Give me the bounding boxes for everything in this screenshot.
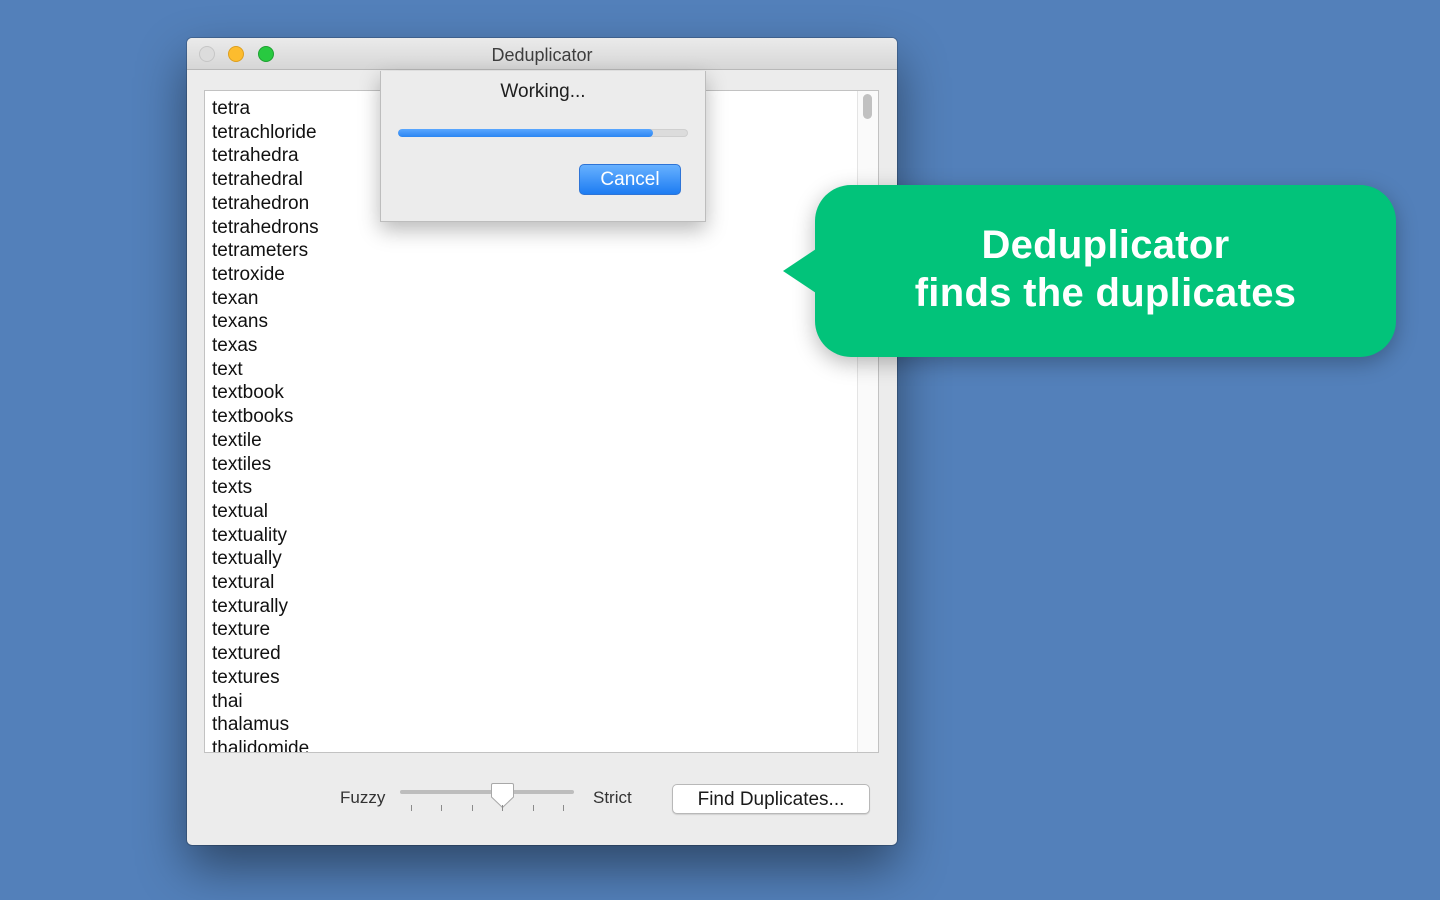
slider-tick-mark — [533, 805, 534, 811]
word-list-item[interactable]: tetrameters — [212, 239, 319, 263]
word-list-item[interactable]: thalamus — [212, 713, 319, 737]
window-title: Deduplicator — [491, 45, 593, 65]
word-list-item[interactable]: textual — [212, 500, 319, 524]
find-duplicates-button[interactable]: Find Duplicates... — [672, 784, 870, 814]
word-list-item[interactable]: textbook — [212, 381, 319, 405]
slider-tick-mark — [441, 805, 442, 811]
word-list-item[interactable]: text — [212, 358, 319, 382]
word-list-item[interactable]: tetrahedron — [212, 192, 319, 216]
word-list-item[interactable]: texture — [212, 618, 319, 642]
word-list-item[interactable]: texturally — [212, 595, 319, 619]
word-list-item[interactable]: tetroxide — [212, 263, 319, 287]
callout-subheading: finds the duplicates — [914, 271, 1297, 315]
progress-bar — [398, 129, 688, 137]
word-list-item[interactable]: textured — [212, 642, 319, 666]
callout-heading: Deduplicator — [981, 223, 1230, 267]
word-list-item[interactable]: tetrahedra — [212, 144, 319, 168]
slider-track[interactable] — [400, 790, 574, 794]
title-bar[interactable]: Deduplicator — [187, 38, 897, 70]
word-list-item[interactable]: textural — [212, 571, 319, 595]
word-list-item[interactable]: tetra — [212, 97, 319, 121]
match-strictness-slider[interactable] — [400, 783, 574, 814]
slider-tick-mark — [472, 805, 473, 811]
cancel-button[interactable]: Cancel — [579, 164, 681, 195]
word-list-item[interactable]: texans — [212, 310, 319, 334]
strict-label: Strict — [593, 788, 632, 807]
promo-callout: Deduplicator finds the duplicates — [783, 185, 1396, 357]
word-list-item[interactable]: textually — [212, 547, 319, 571]
slider-tick-mark — [502, 805, 503, 811]
word-list-item[interactable]: textuality — [212, 524, 319, 548]
word-list-item[interactable]: textures — [212, 666, 319, 690]
word-list-item[interactable]: thalidomide — [212, 737, 319, 752]
word-list-item[interactable]: tetrahedrons — [212, 216, 319, 240]
callout-pointer — [783, 249, 816, 293]
word-list-item[interactable]: textile — [212, 429, 319, 453]
progress-title: Working... — [500, 81, 586, 102]
word-list-item[interactable]: textbooks — [212, 405, 319, 429]
word-list: tetra tetrachloride tetrahedra tetrahedral t… — [212, 97, 319, 752]
slider-tick-mark — [563, 805, 564, 811]
scrollbar-thumb[interactable] — [863, 94, 872, 119]
fuzzy-label: Fuzzy — [340, 788, 386, 807]
word-list-item[interactable]: textiles — [212, 453, 319, 477]
word-list-item[interactable]: texan — [212, 287, 319, 311]
word-list-item[interactable]: tetrahedral — [212, 168, 319, 192]
slider-tick-mark — [411, 805, 412, 811]
word-list-item[interactable]: thai — [212, 690, 319, 714]
word-list-item[interactable]: texts — [212, 476, 319, 500]
progress-sheet: Working... Cancel — [380, 71, 706, 222]
progress-bar-fill — [398, 129, 654, 137]
word-list-item[interactable]: texas — [212, 334, 319, 358]
word-list-item[interactable]: tetrachloride — [212, 121, 319, 145]
